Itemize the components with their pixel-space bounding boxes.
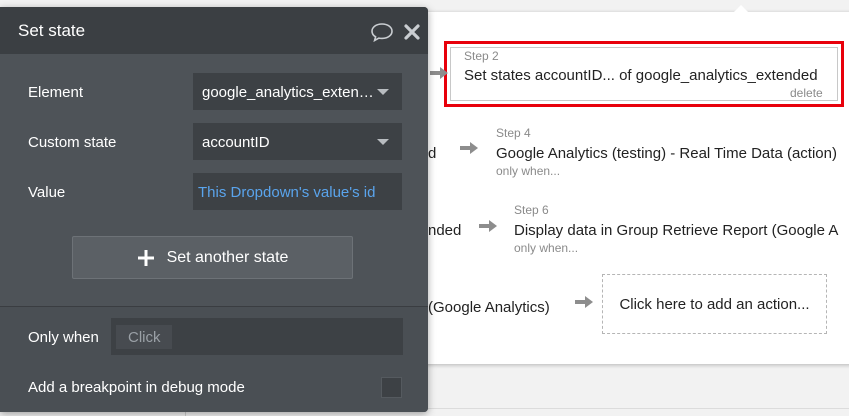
element-dropdown[interactable]: google_analytics_exten…: [193, 73, 402, 110]
value-label: Value: [28, 184, 66, 201]
editor-header: Set state: [0, 7, 428, 54]
breakpoint-label: Add a breakpoint in debug mode: [28, 379, 245, 396]
step-4-title[interactable]: Google Analytics (testing) - Real Time D…: [496, 145, 837, 162]
element-label: Element: [28, 84, 84, 101]
custom-state-dropdown-value: accountID: [202, 134, 270, 151]
element-dropdown-value: google_analytics_exten…: [202, 84, 374, 101]
step-2-title[interactable]: Set states accountID... of google_analyt…: [464, 67, 818, 84]
only-when-click-chip[interactable]: Click: [116, 325, 172, 349]
property-editor: Set state Element google_analytics_exten…: [0, 7, 428, 412]
custom-state-label: Custom state: [28, 134, 117, 151]
plus-icon: [137, 249, 154, 266]
set-another-state-button[interactable]: Set another state: [72, 236, 353, 279]
step-4-number: Step 4: [496, 126, 531, 140]
chevron-down-icon: [377, 89, 389, 95]
chevron-down-icon: [377, 139, 389, 145]
breakpoint-checkbox[interactable]: [381, 377, 402, 398]
step-2-number: Step 2: [464, 49, 499, 63]
set-another-state-label: Set another state: [166, 248, 289, 266]
step-6-condition: only when...: [514, 241, 579, 255]
close-icon[interactable]: [403, 23, 421, 41]
partial-step-text: nded: [428, 222, 462, 239]
value-expression-input[interactable]: This Dropdown's value's id: [193, 173, 402, 210]
only-when-label: Only when: [28, 329, 99, 346]
partial-step-text: d: [428, 145, 437, 162]
arrow-right-icon: [575, 296, 593, 308]
add-action-button[interactable]: Click here to add an action...: [602, 274, 827, 334]
step-6-title[interactable]: Display data in Group Retrieve Report (G…: [514, 222, 838, 239]
comment-icon[interactable]: [370, 22, 394, 42]
custom-state-dropdown[interactable]: accountID: [193, 123, 402, 160]
arrow-right-icon: [479, 220, 497, 232]
panel-notch: [733, 5, 749, 13]
step-4-condition: only when...: [496, 164, 561, 178]
step-2-delete-link[interactable]: delete: [790, 86, 823, 100]
partial-step-text: (Google Analytics): [428, 299, 550, 316]
arrow-right-icon: [430, 67, 448, 79]
step-6-number: Step 6: [514, 203, 549, 217]
arrow-right-icon: [460, 142, 478, 154]
editor-title: Set state: [18, 21, 86, 40]
